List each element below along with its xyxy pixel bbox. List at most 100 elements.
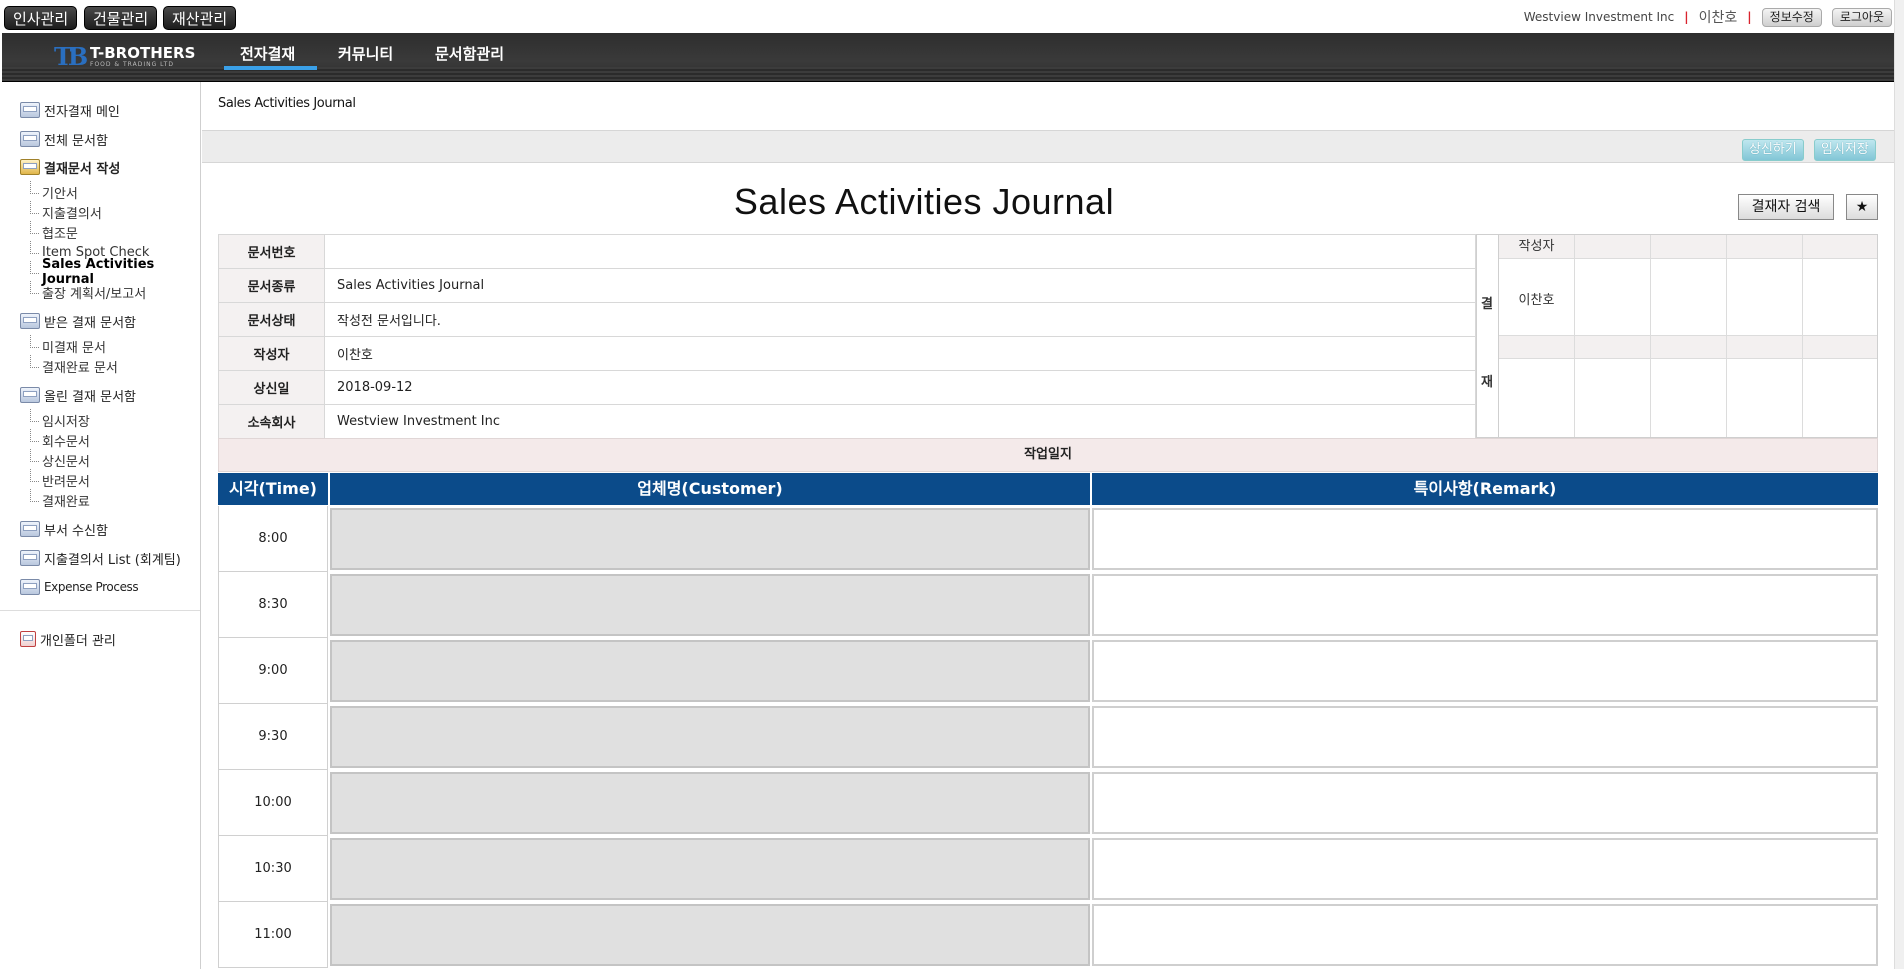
- sidebar-item-label: 지출결의서 List (회계팀): [44, 552, 181, 568]
- table-row: 상신일 2018-09-12: [218, 370, 1476, 405]
- search-approver-button[interactable]: 결재자 검색: [1738, 194, 1834, 220]
- column-header-remark: 특이사항(Remark): [1092, 473, 1878, 505]
- submit-button[interactable]: 상신하기: [1742, 139, 1804, 161]
- system-bar: 인사관리 건물관리 재산관리 Westview Investment Inc |…: [0, 0, 1904, 32]
- time-cell: 9:00: [218, 638, 328, 704]
- doc-type-value: Sales Activities Journal: [324, 268, 1476, 303]
- building-management-button[interactable]: 건물관리: [84, 6, 158, 30]
- sidebar-subitem-sales-journal[interactable]: Sales Activities Journal: [30, 257, 200, 287]
- sidebar-subitem-draft[interactable]: 기안서: [30, 181, 78, 202]
- approval-mid-row: [1499, 335, 1574, 359]
- sidebar-item-label: 부서 수신함: [44, 523, 108, 539]
- sidebar-subitem-submitted[interactable]: 상신문서: [30, 449, 90, 470]
- customer-input[interactable]: [330, 508, 1090, 570]
- favorite-star-button[interactable]: ★: [1846, 194, 1878, 220]
- logout-button[interactable]: 로그아웃: [1831, 7, 1892, 27]
- doc-number-label: 문서번호: [218, 234, 325, 269]
- breadcrumb: Sales Activities Journal: [218, 96, 356, 111]
- column-header-time: 시각(Time): [218, 473, 328, 505]
- approval-column-slot[interactable]: [1575, 235, 1651, 437]
- table-row: 문서상태 작성전 문서입니다.: [218, 302, 1476, 337]
- approval-column-slot[interactable]: [1727, 235, 1803, 437]
- sidebar-item-compose[interactable]: 결재문서 작성: [20, 157, 120, 177]
- temp-save-button[interactable]: 임시저장: [1814, 139, 1876, 161]
- inbox-icon: [20, 550, 40, 566]
- edit-document-icon: [20, 159, 40, 175]
- sidebar-item-personal-folder[interactable]: 개인폴더 관리: [20, 629, 116, 649]
- tab-community[interactable]: 커뮤니티: [338, 43, 393, 65]
- customer-input[interactable]: [330, 574, 1090, 636]
- sidebar-item-label: 결재문서 작성: [44, 161, 121, 177]
- doc-number-value: [324, 234, 1476, 269]
- brand-logo[interactable]: TB T-BROTHERS FOOD & TRADING LTD: [54, 39, 195, 75]
- sidebar-item-received[interactable]: 받은 결재 문서함: [20, 311, 136, 331]
- approval-side-bottom: 재: [1481, 375, 1493, 390]
- table-row: 작성자 이찬호: [218, 336, 1476, 371]
- sidebar-subitem-expense[interactable]: 지출결의서: [30, 201, 102, 222]
- page-title: Sales Activities Journal: [733, 181, 1115, 222]
- approval-mid-row: [1651, 335, 1726, 359]
- inbox-icon: [20, 387, 40, 403]
- edit-info-button[interactable]: 정보수정: [1761, 7, 1822, 27]
- inbox-icon: [20, 131, 40, 147]
- submit-date-value: 2018-09-12: [324, 370, 1476, 405]
- tab-document-management[interactable]: 문서함관리: [435, 43, 504, 65]
- sidebar-item-main[interactable]: 전자결재 메인: [20, 100, 120, 120]
- column-header-customer: 업체명(Customer): [330, 473, 1090, 505]
- sidebar-subitem-completed[interactable]: 결재완료: [30, 489, 90, 510]
- remark-input[interactable]: [1092, 508, 1878, 570]
- inbox-icon: [20, 102, 40, 118]
- approval-mid-row: [1575, 335, 1650, 359]
- customer-input[interactable]: [330, 904, 1090, 966]
- sidebar-subitem-rejected[interactable]: 반려문서: [30, 469, 90, 490]
- remark-input[interactable]: [1092, 772, 1878, 834]
- customer-input[interactable]: [330, 772, 1090, 834]
- sidebar-subitem-temp-saved[interactable]: 임시저장: [30, 409, 90, 430]
- approval-mid-row: [1727, 335, 1802, 359]
- remark-input[interactable]: [1092, 904, 1878, 966]
- table-row: 문서번호: [218, 234, 1476, 269]
- sidebar-item-expense-process[interactable]: Expense Process: [20, 577, 139, 597]
- sidebar-subitem-pending[interactable]: 미결재 문서: [30, 335, 106, 356]
- approval-column-slot[interactable]: [1651, 235, 1727, 437]
- approval-header: 작성자: [1499, 235, 1574, 259]
- approval-column-slot[interactable]: [1803, 235, 1877, 437]
- sidebar-item-sent[interactable]: 올린 결재 문서함: [20, 385, 136, 405]
- sidebar-subitem-business-trip[interactable]: 출장 계획서/보고서: [30, 281, 146, 302]
- vertical-scrollbar[interactable]: [1894, 0, 1904, 969]
- sidebar-item-expense-list[interactable]: 지출결의서 List (회계팀): [20, 548, 181, 568]
- customer-input[interactable]: [330, 640, 1090, 702]
- sidebar-subitem-cooperation[interactable]: 협조문: [30, 221, 78, 242]
- brand-subtitle: FOOD & TRADING LTD: [90, 61, 174, 68]
- user-info: Westview Investment Inc | 이찬호 | 정보수정 로그아…: [1524, 6, 1892, 28]
- approval-column-writer: 작성자 이찬호: [1499, 235, 1575, 437]
- remark-input[interactable]: [1092, 574, 1878, 636]
- sidebar-item-label: 받은 결재 문서함: [44, 315, 136, 331]
- document-info-table: 문서번호 문서종류 Sales Activities Journal 문서상태 …: [218, 234, 1476, 439]
- journal-section-title: 작업일지: [218, 438, 1878, 472]
- sidebar-item-label: Expense Process: [44, 580, 139, 594]
- approval-grid: 결 재 작성자 이찬호: [1476, 234, 1878, 438]
- inbox-icon: [20, 579, 40, 595]
- writer-value: 이찬호: [324, 336, 1476, 371]
- sidebar-item-dept-inbox[interactable]: 부서 수신함: [20, 519, 108, 539]
- time-cell: 8:30: [218, 572, 328, 638]
- main-navbar: TB T-BROTHERS FOOD & TRADING LTD 전자결재 커뮤…: [2, 33, 1894, 82]
- logo-mark-icon: TB: [54, 42, 88, 71]
- sidebar-divider: [0, 610, 200, 611]
- sidebar-subitem-withdrawn[interactable]: 회수문서: [30, 429, 90, 450]
- asset-management-button[interactable]: 재산관리: [163, 6, 237, 30]
- sidebar-item-label: 개인폴더 관리: [40, 633, 116, 649]
- customer-input[interactable]: [330, 706, 1090, 768]
- customer-input[interactable]: [330, 838, 1090, 900]
- remark-input[interactable]: [1092, 706, 1878, 768]
- approval-header: [1651, 235, 1726, 259]
- sidebar-item-all-docs[interactable]: 전체 문서함: [20, 129, 108, 149]
- tab-e-approval[interactable]: 전자결재: [223, 43, 318, 70]
- sidebar-subitem-approved[interactable]: 결재완료 문서: [30, 355, 118, 376]
- hr-management-button[interactable]: 인사관리: [4, 6, 78, 30]
- sidebar-item-label: 전체 문서함: [44, 133, 108, 149]
- sidebar: 전자결재 메인 전체 문서함 결재문서 작성 기안서 지출결의서 협조문 Ite…: [0, 82, 201, 969]
- remark-input[interactable]: [1092, 640, 1878, 702]
- remark-input[interactable]: [1092, 838, 1878, 900]
